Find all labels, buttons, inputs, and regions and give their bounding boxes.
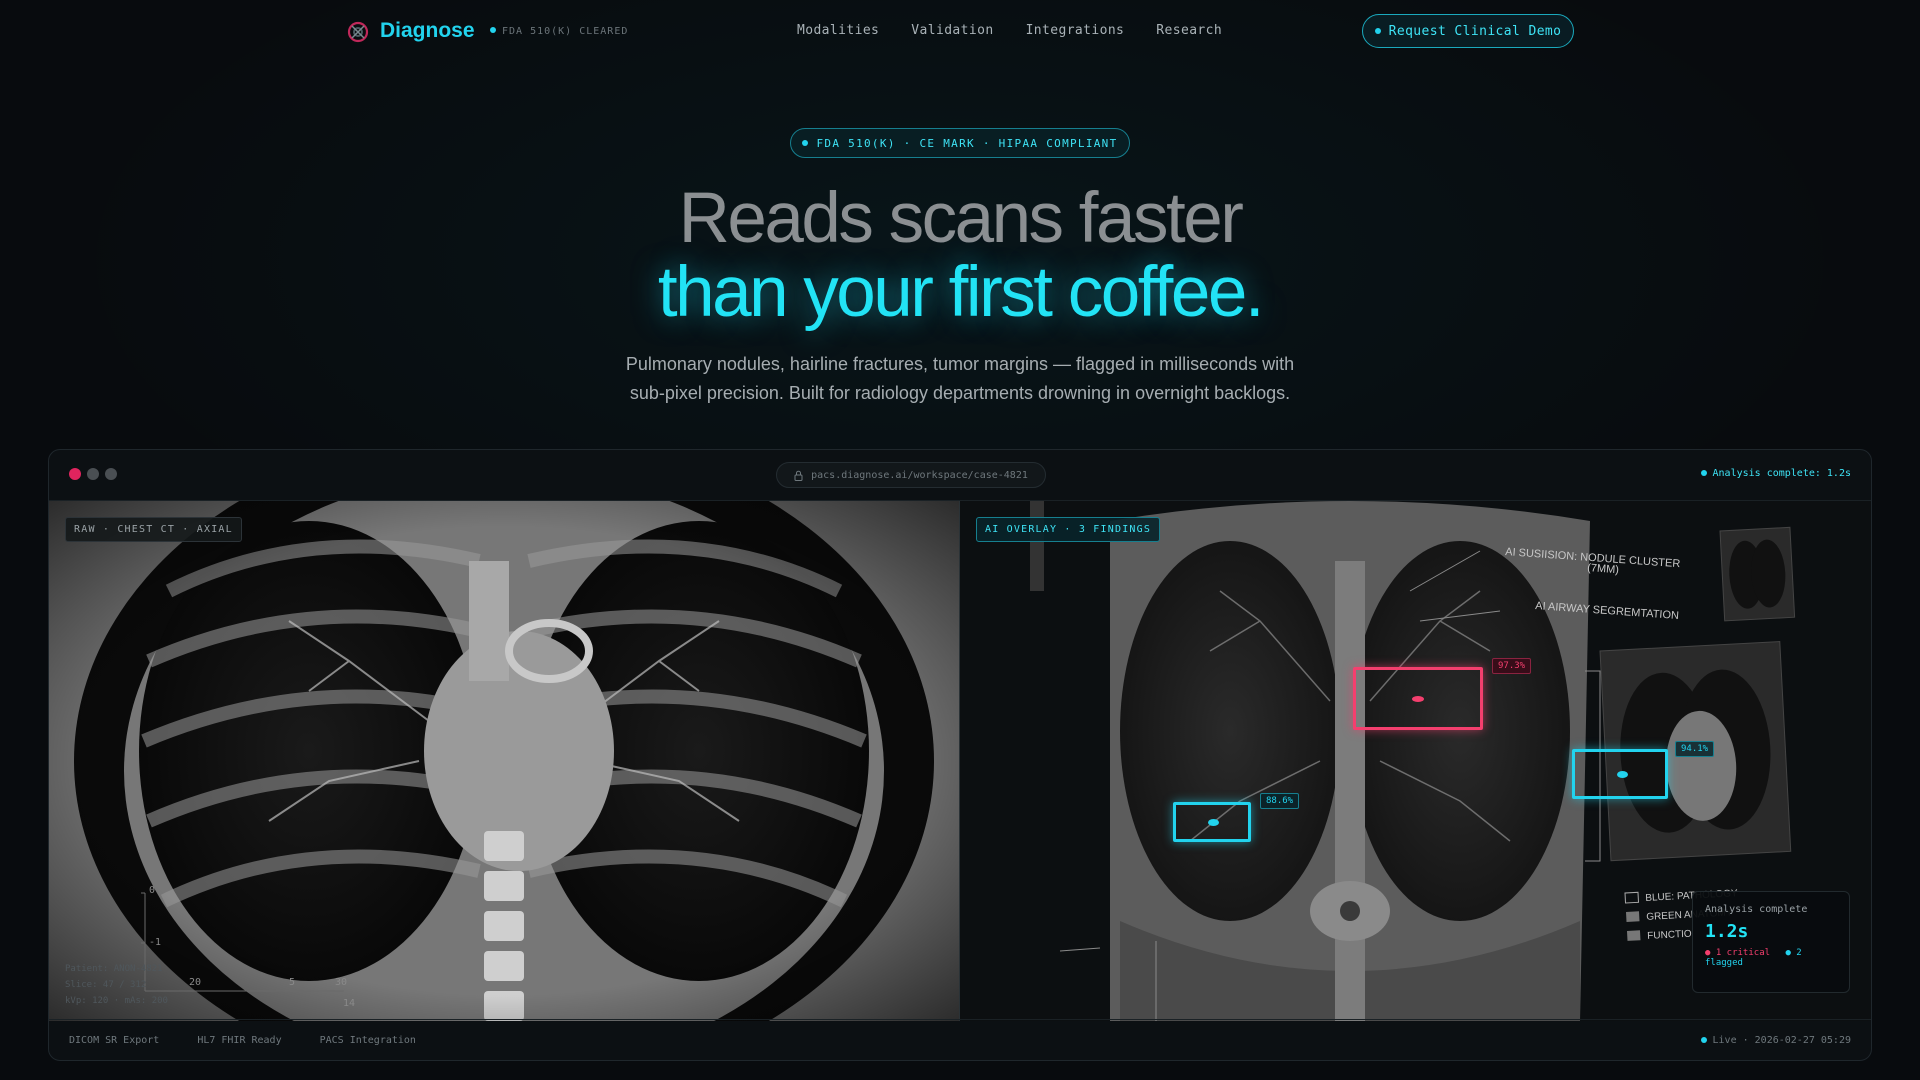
ai-overlay-panel[interactable]: AI SUSIISION: NODULE CLUSTER (7MM) AI AI… xyxy=(960,501,1871,1021)
analysis-time: 1.2s xyxy=(1705,921,1749,942)
hero-subtitle-line-1: Pulmonary nodules, hairline fractures, t… xyxy=(625,354,1295,374)
top-nav: Diagnose FDA 510(K) CLEARED Modalities V… xyxy=(0,0,1920,64)
raw-chest-ct-image: 0 -1 20 5 30 14 xyxy=(49,501,959,1021)
finding-marker xyxy=(1617,771,1628,778)
integration-list: DICOM SR Export HL7 FHIR Ready PACS Inte… xyxy=(69,1035,416,1046)
headline-line-1: Reads scans faster xyxy=(678,179,1244,258)
image-caption: (7MM) xyxy=(1587,562,1620,576)
scale-label: -1 xyxy=(149,937,161,948)
lock-icon xyxy=(794,470,803,481)
finding-marker xyxy=(1208,819,1219,826)
minimize-window-icon[interactable] xyxy=(87,468,99,480)
critical-count: 1 critical xyxy=(1715,948,1771,958)
raw-scan-panel[interactable]: 0 -1 20 5 30 14 RAW · CHEST CT · AXIAL P… xyxy=(49,501,960,1021)
fda-cleared-text: FDA 510(K) CLEARED xyxy=(502,26,629,37)
scale-label: 5 xyxy=(289,977,295,988)
scale-label: 20 xyxy=(189,977,201,988)
finding-box-critical[interactable] xyxy=(1353,667,1483,730)
slice-info: Slice: 47 / 312 xyxy=(65,980,147,990)
window-titlebar: pacs.diagnose.ai/workspace/case-4821 Ana… xyxy=(49,450,1871,501)
legend-function: FUNCTIO xyxy=(1647,929,1692,942)
exposure-info: kVp: 120 · mAs: 200 xyxy=(65,996,168,1006)
nav-link-integrations[interactable]: Integrations xyxy=(1026,23,1125,38)
scale-label: 30 xyxy=(335,977,347,988)
finding-box-flagged[interactable] xyxy=(1173,802,1251,842)
live-dot-icon xyxy=(1700,1037,1707,1043)
finding-box-flagged[interactable] xyxy=(1572,749,1668,799)
analysis-label: Analysis complete xyxy=(1705,904,1808,915)
nav-link-modalities[interactable]: Modalities xyxy=(797,23,879,38)
address-bar[interactable]: pacs.diagnose.ai/workspace/case-4821 xyxy=(776,462,1046,488)
pacs-workspace-window: pacs.diagnose.ai/workspace/case-4821 Ana… xyxy=(48,449,1872,1061)
window-footer: DICOM SR Export HL7 FHIR Ready PACS Inte… xyxy=(49,1019,1871,1060)
confidence-badge: 97.3% xyxy=(1492,658,1532,674)
analysis-summary-card: Analysis complete 1.2s ● 1 critical ● 2 … xyxy=(1692,891,1850,993)
ai-overlay-badge: AI OVERLAY · 3 FINDINGS xyxy=(976,517,1161,542)
hero-subtitle: Pulmonary nodules, hairline fractures, t… xyxy=(560,350,1360,408)
maximize-window-icon[interactable] xyxy=(105,468,117,480)
close-window-icon[interactable] xyxy=(69,468,81,480)
thumbnail-scan xyxy=(1719,526,1796,622)
nav-menu: Modalities Validation Integrations Resea… xyxy=(797,23,1222,38)
compliance-pill: FDA 510(K) · CE MARK · HIPAA COMPLIANT xyxy=(790,128,1130,158)
fda-cleared-badge: FDA 510(K) CLEARED xyxy=(490,26,628,37)
footer-item-pacs: PACS Integration xyxy=(319,1035,416,1046)
status-dot-icon xyxy=(490,27,496,33)
patient-id: Patient: ANON-4821 xyxy=(65,964,163,974)
hero-subtitle-line-2: sub-pixel precision. Built for radiology… xyxy=(629,383,1291,403)
request-demo-label: Request Clinical Demo xyxy=(1388,23,1562,39)
finding-marker xyxy=(1412,696,1424,702)
diagnose-logo-icon[interactable] xyxy=(346,20,370,44)
headline-line-2: than your first coffee. xyxy=(657,253,1265,332)
live-timestamp: Live · 2026-02-27 05:29 xyxy=(1712,1035,1851,1046)
raw-scan-badge: RAW · CHEST CT · AXIAL xyxy=(65,517,242,542)
scale-label: 0 xyxy=(149,885,155,896)
nav-link-validation[interactable]: Validation xyxy=(911,23,993,38)
url-text: pacs.diagnose.ai/workspace/case-4821 xyxy=(811,469,1028,481)
analysis-status: Analysis complete: 1.2s xyxy=(1700,468,1851,479)
cta-dot-icon xyxy=(1374,28,1381,34)
compliance-text: FDA 510(K) · CE MARK · HIPAA COMPLIANT xyxy=(816,136,1118,150)
confidence-badge: 88.6% xyxy=(1260,793,1300,809)
finding-counts: ● 1 critical ● 2 flagged xyxy=(1705,948,1802,968)
compliance-dot-icon xyxy=(802,140,809,146)
footer-item-hl7: HL7 FHIR Ready xyxy=(197,1035,282,1046)
analysis-status-text: Analysis complete: 1.2s xyxy=(1712,468,1851,479)
live-status: Live · 2026-02-27 05:29 xyxy=(1700,1035,1851,1046)
footer-item-dicom: DICOM SR Export xyxy=(69,1035,160,1046)
status-dot-icon xyxy=(1700,470,1707,476)
scan-metadata: Patient: ANON-4821 Slice: 47 / 312 kVp: … xyxy=(65,961,168,1009)
request-demo-button[interactable]: Request Clinical Demo xyxy=(1362,14,1574,48)
confidence-badge: 94.1% xyxy=(1675,741,1715,757)
scale-label: 14 xyxy=(343,998,355,1009)
nav-link-research[interactable]: Research xyxy=(1156,23,1222,38)
brand-name[interactable]: Diagnose xyxy=(380,19,475,43)
